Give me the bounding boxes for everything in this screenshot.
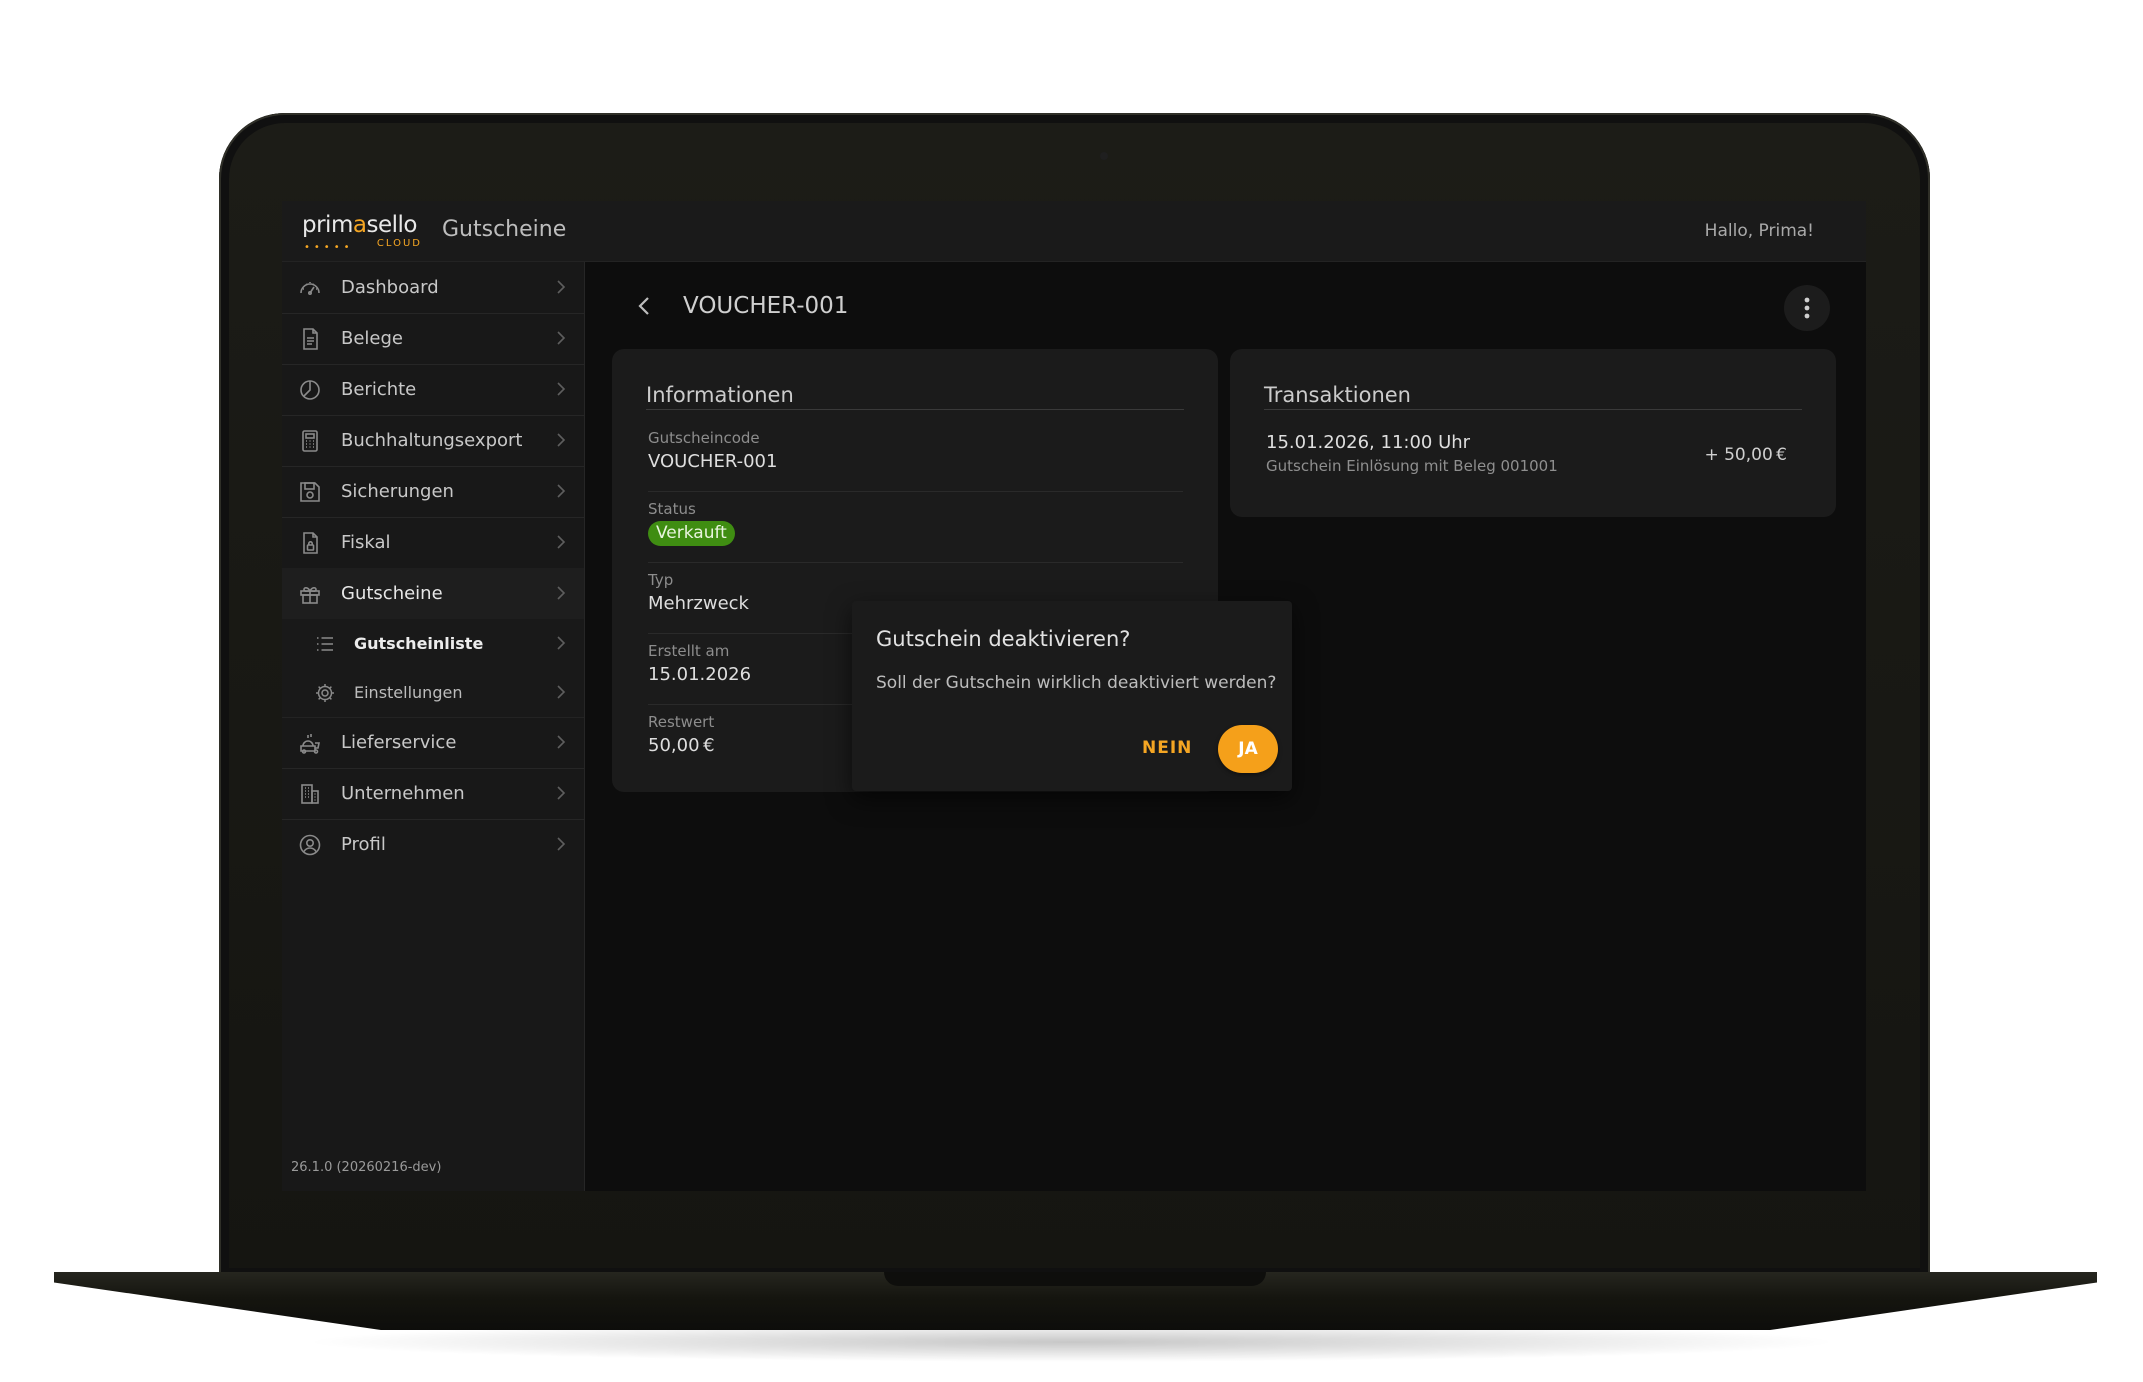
app-header: primasello ••••• CLOUD Gutscheine Hallo,…	[282, 201, 1866, 262]
dialog-no-button[interactable]: NEIN	[1130, 731, 1204, 765]
sidebar-subitem-label: Gutscheinliste	[354, 634, 484, 653]
chevron-right-icon	[552, 584, 570, 602]
transactions-card: Transaktionen 15.01.2026, 11:00 Uhr Guts…	[1230, 349, 1836, 517]
logo-wordmark: primasello	[302, 212, 417, 238]
sidebar-item-dashboard[interactable]: Dashboard	[282, 262, 584, 314]
sidebar-item-label: Gutscheine	[341, 583, 443, 604]
list-icon	[314, 633, 336, 655]
sidebar-item-label: Dashboard	[341, 277, 439, 298]
chevron-right-icon	[552, 733, 570, 751]
building-icon	[298, 782, 322, 806]
more-options-button[interactable]	[1784, 285, 1830, 331]
dialog-title: Gutschein deaktivieren?	[876, 627, 1131, 651]
field-label: Gutscheincode	[648, 429, 760, 447]
dashboard-icon	[298, 276, 322, 300]
sidebar: Dashboard Belege Berichte Buchhaltungsex…	[282, 262, 585, 1191]
field-gutscheincode: Gutscheincode VOUCHER-001	[648, 421, 1183, 492]
sidebar-item-label: Fiskal	[341, 532, 391, 553]
user-greeting[interactable]: Hallo, Prima!	[1705, 221, 1814, 241]
field-label: Erstellt am	[648, 642, 730, 660]
sidebar-item-label: Unternehmen	[341, 783, 465, 804]
chevron-right-icon	[552, 533, 570, 551]
document-icon	[298, 327, 322, 351]
chevron-right-icon	[552, 329, 570, 347]
laptop-base-notch	[884, 1272, 1266, 1286]
field-value: 50,00 €	[648, 735, 715, 756]
divider	[1264, 409, 1802, 410]
sidebar-item-fiskal[interactable]: Fiskal	[282, 517, 584, 569]
laptop-camera	[1100, 152, 1108, 160]
user-circle-icon	[298, 833, 322, 857]
gift-icon	[298, 582, 322, 606]
more-vertical-icon	[1804, 297, 1810, 319]
sidebar-item-label: Belege	[341, 328, 403, 349]
transactions-card-title: Transaktionen	[1264, 383, 1411, 407]
app-version: 26.1.0 (20260216-dev)	[291, 1160, 442, 1175]
divider	[646, 409, 1184, 410]
app-title: Gutscheine	[442, 217, 567, 242]
sidebar-item-sicherungen[interactable]: Sicherungen	[282, 466, 584, 518]
status-badge: Verkauft	[648, 521, 735, 546]
chevron-right-icon	[552, 431, 570, 449]
transaction-date: 15.01.2026, 11:00 Uhr	[1266, 432, 1471, 453]
field-status: Status Verkauft	[648, 492, 1183, 563]
transaction-description: Gutschein Einlösung mit Beleg 001001	[1266, 457, 1558, 475]
sidebar-item-belege[interactable]: Belege	[282, 313, 584, 365]
sidebar-item-label: Berichte	[341, 379, 417, 400]
info-card-title: Informationen	[646, 383, 794, 407]
sidebar-item-unternehmen[interactable]: Unternehmen	[282, 768, 584, 820]
dialog-yes-button[interactable]: JA	[1218, 725, 1278, 773]
chevron-right-icon	[552, 683, 570, 701]
calculator-icon	[298, 429, 322, 453]
sidebar-item-profil[interactable]: Profil	[282, 819, 584, 870]
logo-cloud-label: CLOUD	[376, 238, 422, 249]
sidebar-item-label: Buchhaltungsexport	[341, 430, 523, 451]
field-value: Mehrzweck	[648, 593, 749, 614]
gear-icon	[314, 682, 336, 704]
chevron-right-icon	[552, 380, 570, 398]
field-value: VOUCHER-001	[648, 451, 778, 472]
sidebar-item-berichte[interactable]: Berichte	[282, 364, 584, 416]
chevron-right-icon	[552, 278, 570, 296]
chevron-right-icon	[552, 835, 570, 853]
fiscal-document-icon	[298, 531, 322, 555]
sidebar-subitem-einstellungen[interactable]: Einstellungen	[282, 668, 584, 718]
pie-chart-icon	[298, 378, 322, 402]
sidebar-item-lieferservice[interactable]: Lieferservice	[282, 717, 584, 769]
sidebar-item-buchhaltungsexport[interactable]: Buchhaltungsexport	[282, 415, 584, 467]
page-title: VOUCHER-001	[683, 293, 849, 319]
back-button[interactable]	[632, 293, 658, 319]
save-icon	[298, 480, 322, 504]
delivery-icon	[298, 731, 322, 755]
field-label: Typ	[648, 571, 674, 589]
chevron-left-icon	[638, 297, 649, 315]
chevron-right-icon	[552, 482, 570, 500]
app-screen: primasello ••••• CLOUD Gutscheine Hallo,…	[282, 201, 1866, 1191]
primasello-logo[interactable]: primasello ••••• CLOUD	[302, 212, 422, 253]
chevron-right-icon	[552, 634, 570, 652]
sidebar-item-label: Lieferservice	[341, 732, 457, 753]
chevron-right-icon	[552, 784, 570, 802]
sidebar-item-gutscheine[interactable]: Gutscheine	[282, 568, 584, 620]
dialog-message: Soll der Gutschein wirklich deaktiviert …	[876, 673, 1277, 693]
sidebar-subitem-label: Einstellungen	[354, 683, 463, 702]
field-label: Status	[648, 500, 696, 518]
sidebar-item-label: Profil	[341, 834, 386, 855]
deactivate-dialog: Gutschein deaktivieren? Soll der Gutsche…	[852, 601, 1292, 791]
logo-dots: •••••	[304, 242, 354, 253]
transaction-amount: + 50,00 €	[1704, 445, 1787, 465]
field-label: Restwert	[648, 713, 715, 731]
sidebar-item-label: Sicherungen	[341, 481, 454, 502]
sidebar-subitem-gutscheinliste[interactable]: Gutscheinliste	[282, 619, 584, 669]
field-value: 15.01.2026	[648, 664, 752, 685]
